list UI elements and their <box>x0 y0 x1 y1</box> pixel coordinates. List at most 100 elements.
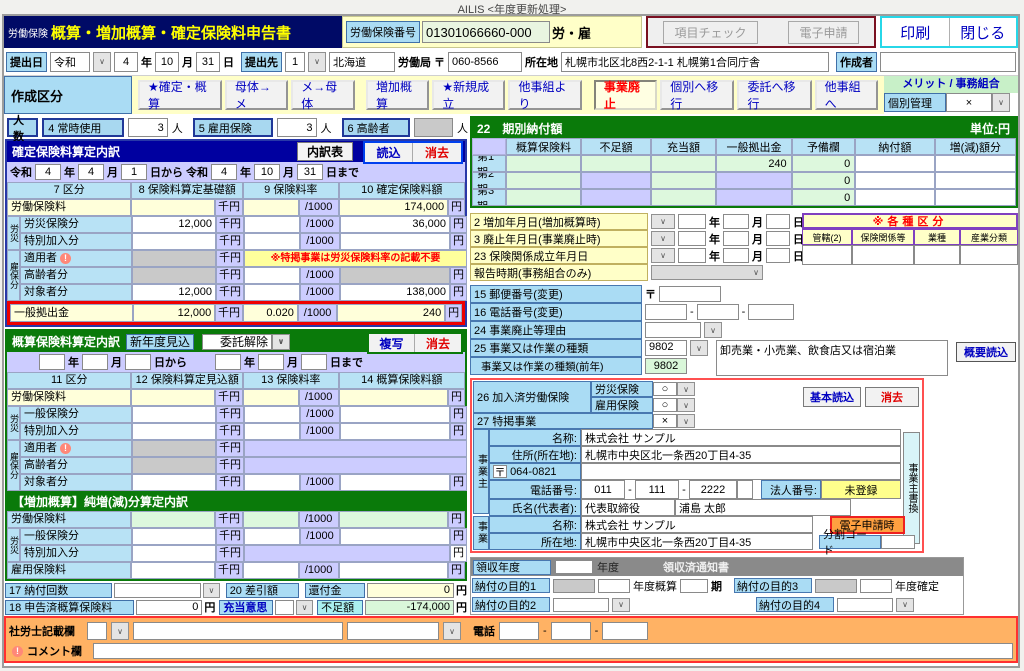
mokuteki-2-dropdown-arrow-icon[interactable]: ∨ <box>612 598 630 612</box>
z-tokubetsu-basis[interactable] <box>132 545 216 562</box>
sagyo-shurui-code[interactable]: 9802 <box>645 340 687 356</box>
sharoushi-name-input[interactable] <box>133 622 343 640</box>
mokuteki-2-select[interactable] <box>553 598 609 612</box>
btn-itaku-iko[interactable]: 委託へ移行 <box>737 80 811 110</box>
tokubetsu-amount[interactable] <box>340 233 450 250</box>
btn-tajiso-yori[interactable]: 他事組より <box>508 80 582 110</box>
owner-tel-2[interactable]: 111 <box>635 480 679 499</box>
owner-tel-ext[interactable] <box>737 480 753 499</box>
shurui-dropdown-arrow-icon[interactable]: ∨ <box>690 340 708 356</box>
kb-r2-nofu[interactable] <box>855 172 934 189</box>
basic-read-button[interactable]: 基本読込 <box>803 387 861 407</box>
owner-addr-input[interactable]: 札幌市中央区北一条西20丁目4-35 <box>581 446 901 463</box>
split-code-input[interactable] <box>881 535 915 549</box>
read-button[interactable]: 読込 <box>365 143 413 162</box>
kubun-sangyo-input[interactable] <box>960 245 1018 265</box>
kb-r2-zogen[interactable] <box>935 172 1016 189</box>
haishi-era-dropdown-arrow-icon[interactable]: ∨ <box>651 231 675 246</box>
period-month-to[interactable]: 10 <box>254 164 280 180</box>
submit-month-input[interactable]: 10 <box>155 52 179 72</box>
haishi-riyu-select[interactable] <box>645 322 701 338</box>
g-day-to[interactable] <box>301 354 327 370</box>
seiritsu-day-input[interactable] <box>766 248 790 263</box>
uchiwake-button[interactable]: 内訳表 <box>297 142 353 161</box>
kubun-hoken-input[interactable] <box>852 245 914 265</box>
dest-no-input[interactable]: 1 <box>285 52 305 72</box>
z-ippan-rate[interactable] <box>244 528 300 545</box>
close-button[interactable]: 閉じる <box>950 18 1017 46</box>
zoka-month-input[interactable] <box>723 214 749 229</box>
g-tokubetsu-rate[interactable] <box>244 423 300 440</box>
tel-change-1[interactable] <box>645 304 687 320</box>
mokuteki-1-ki[interactable] <box>680 579 708 593</box>
g-ippan-amount[interactable] <box>340 406 450 423</box>
submit-year-input[interactable]: 4 <box>114 52 138 72</box>
period-day-to[interactable]: 31 <box>297 164 323 180</box>
tel-change-3[interactable] <box>748 304 794 320</box>
btn-kakutei-gaisan[interactable]: ★確定・概算 <box>138 80 222 110</box>
nofu-dropdown-arrow-icon[interactable]: ∨ <box>203 583 219 598</box>
g-taisho-basis[interactable] <box>132 474 216 491</box>
itaku-select[interactable]: 委託解除 <box>202 334 272 350</box>
insured-clear-button[interactable]: 消去 <box>865 387 919 407</box>
seiritsu-month-input[interactable] <box>723 248 749 263</box>
koyo-hoken-value[interactable]: ○ <box>653 398 677 412</box>
owner-postal-extra[interactable] <box>581 463 901 480</box>
juto-ishi-value[interactable] <box>275 600 294 615</box>
koyo-dropdown-arrow-icon[interactable]: ∨ <box>677 398 695 412</box>
period-year-to[interactable]: 4 <box>211 164 237 180</box>
btn-botai-me[interactable]: 母体→メ <box>225 80 288 110</box>
owner-tel-3[interactable]: 2222 <box>689 480 737 499</box>
z-koyo-amount[interactable] <box>339 562 449 579</box>
receipt-year-input[interactable] <box>555 560 593 574</box>
author-input[interactable] <box>880 52 1016 72</box>
zoka-era-dropdown-arrow-icon[interactable]: ∨ <box>651 214 675 229</box>
g-year-from[interactable] <box>39 354 65 370</box>
kanri-dropdown-arrow-icon[interactable]: ∨ <box>992 93 1010 112</box>
z-ippan-amount[interactable] <box>340 528 450 545</box>
kubun-kankatsu-input[interactable] <box>802 245 852 265</box>
insurance-number-value[interactable]: 01301066660-000 <box>422 21 550 43</box>
g-tokubetsu-basis[interactable] <box>132 423 216 440</box>
sharoushi-code[interactable] <box>87 622 107 640</box>
haishi-month-input[interactable] <box>723 231 749 246</box>
kb-r1-nofu[interactable] <box>855 155 934 172</box>
kb-r3-zogen[interactable] <box>935 189 1016 206</box>
owner-name-input[interactable]: 株式会社 サンプル <box>581 429 901 446</box>
sharoushi-dropdown2-arrow-icon[interactable]: ∨ <box>443 622 461 640</box>
btn-tajiso-e[interactable]: 他事組へ <box>815 80 878 110</box>
zoka-year-input[interactable] <box>678 214 706 229</box>
print-button[interactable]: 印刷 <box>882 18 950 46</box>
btn-jigyo-haishi[interactable]: 事業廃止 <box>594 80 657 110</box>
rosai-hoken-value[interactable]: ○ <box>653 382 677 396</box>
mokuteki-3-year[interactable] <box>860 579 892 593</box>
period-year-from[interactable]: 4 <box>35 164 61 180</box>
era-dropdown-arrow-icon[interactable]: ∨ <box>93 52 111 72</box>
tokkei-value[interactable]: × <box>653 414 677 428</box>
biz-name-input[interactable]: 株式会社 サンプル <box>581 516 813 533</box>
postal-change-input[interactable] <box>659 286 721 302</box>
sharoushi-select2[interactable] <box>347 622 439 640</box>
kb-r1-zogen[interactable] <box>935 155 1016 172</box>
tokubetsu-basis[interactable] <box>132 233 216 250</box>
g-ippan-basis[interactable] <box>132 406 216 423</box>
period-day-from[interactable]: 1 <box>121 164 147 180</box>
sagyo-shurui-desc[interactable]: 卸売業・小売業、飲食店又は宿泊業 <box>716 340 948 376</box>
shinkoku-gaisan-value[interactable]: 0 <box>136 600 203 615</box>
z-koyo-basis[interactable] <box>131 562 215 579</box>
tel-change-2[interactable] <box>697 304 739 320</box>
owner-postal-value[interactable]: 064-0821 <box>510 466 557 478</box>
zoka-day-input[interactable] <box>766 214 790 229</box>
rosai-dropdown-arrow-icon[interactable]: ∨ <box>677 382 695 396</box>
comment-input[interactable] <box>93 643 1013 659</box>
owner-rep-name[interactable]: 浦島 太郎 <box>675 499 851 516</box>
g-month-from[interactable] <box>82 354 108 370</box>
owner-rep-title[interactable]: 代表取締役 <box>581 499 675 516</box>
z-koyo-rate[interactable] <box>243 562 299 579</box>
era-select-value[interactable]: 令和 <box>50 52 90 72</box>
owner-tel-1[interactable]: 011 <box>581 480 625 499</box>
btn-zoka-gaisan[interactable]: 増加概算 <box>366 80 429 110</box>
mokuteki-4-select[interactable] <box>837 598 893 612</box>
count-joji-value[interactable]: 3 <box>128 118 168 137</box>
e-apply-button[interactable]: 電子申請 <box>788 21 858 44</box>
